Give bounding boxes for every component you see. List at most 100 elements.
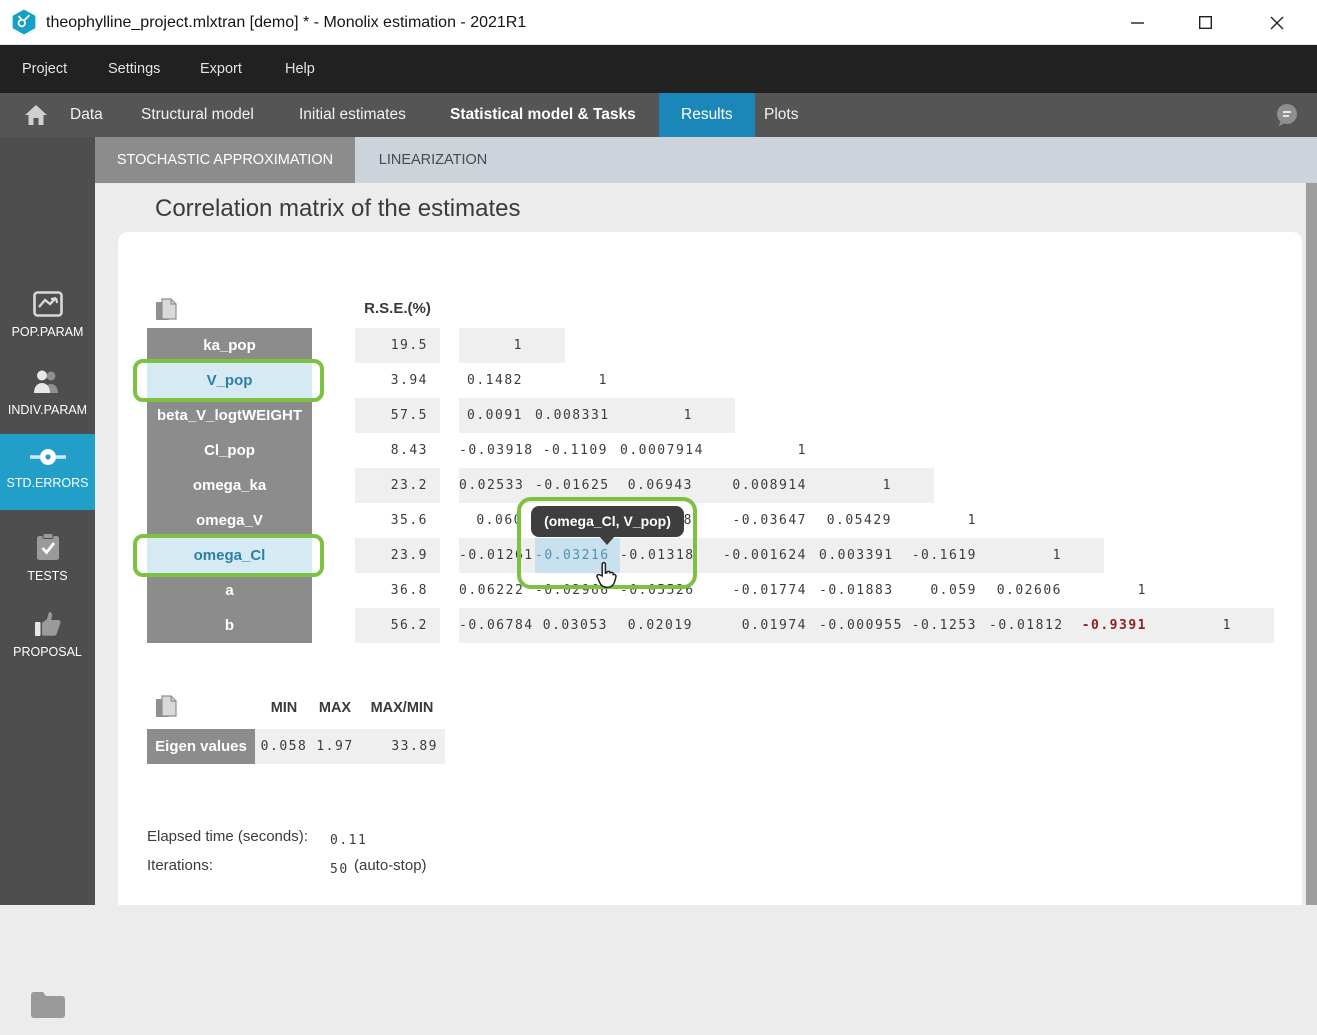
rse-column-header: R.S.E.(%) — [355, 300, 440, 317]
param-row-omega-v[interactable]: omega_V — [147, 503, 312, 538]
matrix-row-band-cap — [1074, 538, 1104, 573]
page-title: Correlation matrix of the estimates — [155, 195, 520, 223]
matrix-cell[interactable]: 0.003391 — [819, 538, 904, 573]
proposal-thumbs-up-icon — [34, 611, 62, 642]
matrix-cell[interactable]: -0.01774 — [705, 573, 819, 608]
matrix-cell[interactable]: -0.01625 — [535, 468, 620, 503]
menu-project[interactable]: Project — [22, 45, 67, 93]
sidebar-item-label: STD.ERRORS — [0, 476, 95, 490]
matrix-cell[interactable]: 0.008914 — [705, 468, 819, 503]
matrix-cell[interactable]: -0.01883 — [819, 573, 904, 608]
matrix-cell[interactable]: 0.06943 — [620, 468, 705, 503]
matrix-row-band-cap — [904, 468, 934, 503]
param-row-ka-pop[interactable]: ka_pop — [147, 328, 312, 363]
matrix-cell[interactable]: -0.000955 — [819, 608, 904, 643]
param-row-omega-cl[interactable]: omega_Cl — [147, 538, 312, 573]
matrix-cell[interactable]: -0.06784 — [459, 608, 535, 643]
eigen-row-label: Eigen values — [147, 729, 255, 764]
matrix-cell[interactable]: 1 — [705, 433, 819, 468]
matrix-cell[interactable]: -0.03918 — [459, 433, 535, 468]
param-row-omega-ka[interactable]: omega_ka — [147, 468, 312, 503]
matrix-cell[interactable]: 1 — [535, 363, 620, 398]
matrix-cell[interactable]: 0.05429 — [819, 503, 904, 538]
matrix-row: -0.03918-0.11090.00079141 — [459, 433, 819, 468]
eigen-min-value: 0.058 — [260, 729, 308, 764]
matrix-cell[interactable]: -0.1109 — [535, 433, 620, 468]
maximize-button[interactable] — [1182, 0, 1228, 45]
tab-results[interactable]: Results — [659, 93, 755, 137]
menu-help[interactable]: Help — [285, 45, 315, 93]
matrix-cell[interactable]: 1 — [904, 503, 989, 538]
feedback-bubble-icon[interactable] — [1274, 103, 1300, 127]
vertical-scrollbar[interactable] — [1306, 183, 1317, 905]
rse-value: 57.5 — [355, 398, 440, 433]
close-button[interactable] — [1254, 0, 1300, 45]
tab-data[interactable]: Data — [70, 93, 103, 137]
copy-eigen-table-icon[interactable] — [155, 695, 177, 719]
matrix-cell[interactable]: -0.1253 — [904, 608, 989, 643]
sidebar-item-std-errors[interactable]: STD.ERRORS — [0, 434, 95, 510]
matrix-cell[interactable]: 0.01974 — [705, 608, 819, 643]
matrix-cell[interactable]: -0.02966 — [535, 573, 620, 608]
sidebar-item-tests[interactable]: TESTS — [0, 529, 95, 591]
window-title: theophylline_project.mlxtran [demo] * - … — [46, 0, 526, 45]
matrix-cell[interactable]: 0.059 — [904, 573, 989, 608]
matrix-row-band-cap — [535, 328, 565, 363]
matrix-cell[interactable]: 1 — [819, 468, 904, 503]
matrix-cell[interactable]: -0.01318 — [620, 538, 705, 573]
matrix-cell[interactable]: 1 — [620, 398, 705, 433]
sidebar-item-pop-param[interactable]: POP.PARAM — [0, 287, 95, 349]
tab-structural-model[interactable]: Structural model — [141, 93, 254, 137]
param-row-cl-pop[interactable]: Cl_pop — [147, 433, 312, 468]
matrix-cell[interactable]: 0.02606 — [989, 573, 1074, 608]
project-folder-icon[interactable] — [0, 975, 95, 1035]
cell-tooltip-arrow — [599, 536, 615, 545]
sidebar-item-proposal[interactable]: PROPOSAL — [0, 607, 95, 669]
matrix-cell[interactable]: 0.060 — [459, 503, 535, 538]
matrix-cell[interactable]: 1 — [1074, 573, 1159, 608]
subtab-stochastic-approximation[interactable]: STOCHASTIC APPROXIMATION — [95, 137, 355, 183]
results-subtab-bar: STOCHASTIC APPROXIMATION LINEARIZATION — [95, 137, 1317, 183]
matrix-cell[interactable]: 1 — [1159, 608, 1244, 643]
matrix-cell[interactable]: -0.001624 — [705, 538, 819, 573]
matrix-row: -0.01261-0.03216-0.01318-0.0016240.00339… — [459, 538, 1104, 573]
matrix-cell[interactable]: -0.1619 — [904, 538, 989, 573]
matrix-cell[interactable]: -0.03647 — [705, 503, 819, 538]
tab-initial-estimates[interactable]: Initial estimates — [299, 93, 406, 137]
matrix-cell[interactable]: 1 — [459, 328, 535, 363]
tab-plots[interactable]: Plots — [764, 93, 798, 137]
matrix-cell[interactable]: 0.0007914 — [620, 433, 705, 468]
param-row-a[interactable]: a — [147, 573, 312, 608]
matrix-cell[interactable]: -0.01812 — [989, 608, 1074, 643]
menu-export[interactable]: Export — [200, 45, 242, 93]
tab-statistical-model-tasks[interactable]: Statistical model & Tasks — [450, 93, 636, 137]
home-icon[interactable] — [14, 100, 58, 130]
param-row-b[interactable]: b — [147, 608, 312, 643]
matrix-cell[interactable]: -0.05526 — [620, 573, 705, 608]
matrix-cell[interactable]: 0.03053 — [535, 608, 620, 643]
individual-parameters-icon — [31, 369, 65, 400]
cell-tooltip: (omega_Cl, V_pop) — [531, 506, 684, 537]
matrix-cell[interactable]: 0.02019 — [620, 608, 705, 643]
matrix-cell[interactable]: -0.01261 — [459, 538, 535, 573]
eigen-maxmin-value: 33.89 — [362, 729, 442, 764]
menu-settings[interactable]: Settings — [108, 45, 160, 93]
matrix-cell[interactable]: -0.9391 — [1074, 608, 1159, 643]
param-row-v-pop[interactable]: V_pop — [147, 363, 312, 398]
matrix-cell[interactable]: 0.0091 — [459, 398, 535, 433]
main-nav-bar: Data Structural model Initial estimates … — [0, 93, 1317, 137]
matrix-cell[interactable]: 0.06222 — [459, 573, 535, 608]
subtab-linearization[interactable]: LINEARIZATION — [355, 137, 511, 183]
matrix-cell[interactable]: 1 — [989, 538, 1074, 573]
sidebar-item-indiv-param[interactable]: INDIV.PARAM — [0, 365, 95, 427]
minimize-button[interactable] — [1114, 0, 1160, 45]
rse-value: 8.43 — [355, 433, 440, 468]
param-row-beta-v-logtweight[interactable]: beta_V_logtWEIGHT — [147, 398, 312, 433]
iterations-value: 50 — [330, 859, 349, 881]
app-icon — [11, 9, 37, 35]
matrix-cell[interactable]: 0.008331 — [535, 398, 620, 433]
matrix-cell[interactable]: 0.02533 — [459, 468, 535, 503]
eigen-max-value: 1.97 — [312, 729, 358, 764]
matrix-cell[interactable]: 0.1482 — [459, 363, 535, 398]
copy-table-icon[interactable] — [155, 298, 177, 322]
